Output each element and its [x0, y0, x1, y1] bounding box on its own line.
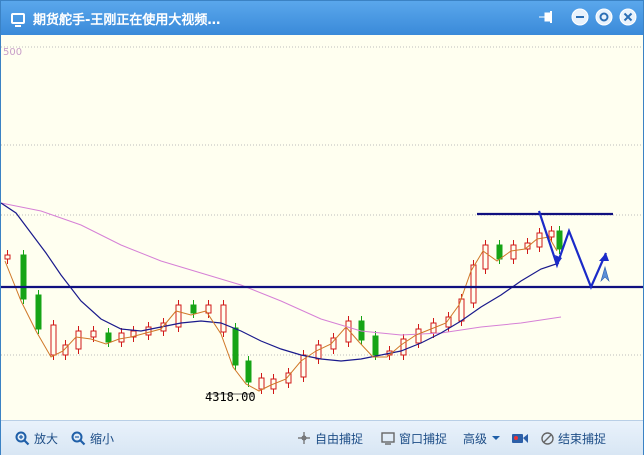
candle-body [372, 335, 379, 356]
candle-body [258, 377, 265, 390]
moving-average-slow [1, 202, 562, 336]
advanced-dropdown[interactable]: 高级 [463, 421, 505, 455]
end-capture-label: 结束捕捉 [558, 431, 607, 446]
zoom-in-label: 放大 [34, 431, 59, 446]
candle-body [118, 332, 125, 343]
window-icon [381, 432, 395, 445]
candle-body [245, 360, 252, 383]
window-capture-label: 窗口捕捉 [399, 431, 448, 446]
grid-lines [1, 46, 643, 356]
captured-kline-chart[interactable]: 500 4318.00 [1, 35, 643, 420]
video-camera-icon [512, 434, 528, 443]
candle-body [232, 327, 239, 366]
candle-body [75, 330, 82, 350]
free-capture-label: 自由捕捉 [315, 431, 364, 446]
corner-label: 500 [3, 47, 22, 58]
window-title: 期货舵手-王刚正在使用大视频… [33, 12, 221, 28]
screen-capture-window: 期货舵手-王刚正在使用大视频… 500 4318.00 放大 缩小 自由捕捉 窗… [0, 0, 644, 455]
arrowhead-icon [599, 253, 609, 261]
candle-body [510, 244, 517, 260]
candle-body [20, 254, 27, 300]
maximize-icon[interactable] [595, 8, 613, 26]
free-capture-button[interactable]: 自由捕捉 [297, 421, 363, 455]
crosshair-icon [298, 432, 310, 444]
zoom-in-button[interactable]: 放大 [15, 421, 58, 455]
candle-body [400, 338, 407, 356]
candle-body [315, 344, 322, 360]
candlesticks [4, 226, 563, 394]
moving-average-fast [4, 236, 558, 392]
candle-body [190, 304, 197, 314]
kline-chart-svg: 500 4318.00 [1, 46, 643, 404]
candle-body [482, 244, 489, 270]
candle-body [220, 304, 227, 333]
candle-body [35, 294, 42, 330]
pin-icon[interactable] [537, 8, 555, 26]
candle-body [415, 328, 422, 344]
close-icon[interactable] [619, 8, 637, 26]
mouse-cursor-icon [600, 265, 610, 283]
candle-body [548, 230, 555, 238]
candle-body [556, 230, 563, 250]
record-video-button[interactable] [511, 421, 533, 455]
projected-path-arrow [537, 210, 608, 290]
title-bar[interactable]: 期货舵手-王刚正在使用大视频… [1, 1, 643, 35]
capture-toolbar: 放大 缩小 自由捕捉 窗口捕捉 高级 结束捕捉 [1, 420, 643, 455]
candle-body [496, 244, 503, 260]
minimize-icon[interactable] [571, 8, 589, 26]
candle-body [105, 332, 112, 343]
advanced-label: 高级 [463, 431, 488, 446]
candle-body [145, 326, 152, 336]
end-capture-button[interactable]: 结束捕捉 [541, 421, 606, 455]
candle-body [90, 330, 97, 338]
low-price-label: 4318.00 [205, 390, 256, 404]
candle-body [536, 232, 543, 248]
monitor-icon [11, 12, 25, 27]
zoom-out-button[interactable]: 缩小 [71, 421, 114, 455]
zoom-out-label: 缩小 [90, 431, 115, 446]
zoom-in-icon [15, 431, 30, 445]
candle-body [4, 254, 11, 260]
chevron-down-icon [492, 436, 501, 440]
window-capture-button[interactable]: 窗口捕捉 [381, 421, 447, 455]
candle-body [50, 324, 57, 356]
zoom-out-icon [71, 431, 86, 445]
stop-icon [541, 431, 554, 445]
